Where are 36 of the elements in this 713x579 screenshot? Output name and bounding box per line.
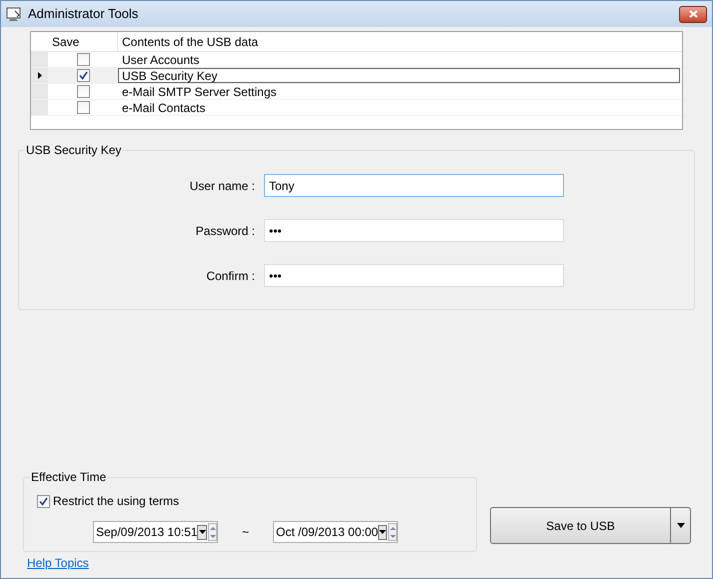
- row-header[interactable]: [31, 68, 48, 83]
- start-date-picker[interactable]: Sep/09/2013 10:51: [93, 521, 218, 543]
- check-icon: [39, 496, 48, 506]
- table-cell[interactable]: User Accounts: [118, 52, 682, 67]
- range-separator: ~: [240, 524, 250, 541]
- save-checkbox[interactable]: [76, 53, 90, 66]
- field-label: User name :: [188, 178, 256, 194]
- dropdown-icon[interactable]: [378, 524, 388, 540]
- text-field[interactable]: Tony: [264, 174, 564, 197]
- column-header[interactable]: Contents of the USB data: [118, 32, 682, 51]
- text-field[interactable]: •••: [264, 264, 564, 287]
- dropdown-icon[interactable]: [197, 524, 208, 540]
- caret-icon: [676, 523, 684, 528]
- check-icon: [78, 71, 88, 80]
- save-checkbox[interactable]: [76, 85, 90, 98]
- close-button[interactable]: [679, 6, 707, 22]
- column-header[interactable]: Save: [48, 32, 118, 51]
- close-icon: [688, 10, 698, 18]
- save-checkbox[interactable]: [76, 69, 90, 82]
- save-checkbox[interactable]: [76, 101, 90, 114]
- save-to-usb-button[interactable]: Save to USB: [490, 507, 691, 544]
- end-date-picker[interactable]: Oct /09/2013 00:00: [273, 521, 398, 543]
- group-title: Effective Time: [30, 470, 108, 484]
- text-field[interactable]: •••: [264, 219, 564, 242]
- table-cell[interactable]: USB Security Key: [118, 68, 680, 83]
- window-icon: [6, 6, 22, 22]
- field-label: Confirm :: [205, 268, 256, 284]
- help-link[interactable]: Help Topics: [27, 554, 89, 572]
- checkbox-label[interactable]: Restrict the using terms: [53, 492, 180, 510]
- current-row-icon: [38, 72, 42, 79]
- table-cell[interactable]: e-Mail Contacts: [118, 100, 682, 115]
- table-cell[interactable]: e-Mail SMTP Server Settings: [118, 84, 682, 99]
- group-title: USB Security Key: [25, 143, 122, 157]
- field-label: Password :: [194, 222, 256, 240]
- window-title: Administrator Tools: [28, 5, 140, 24]
- restrict-checkbox[interactable]: [37, 494, 50, 508]
